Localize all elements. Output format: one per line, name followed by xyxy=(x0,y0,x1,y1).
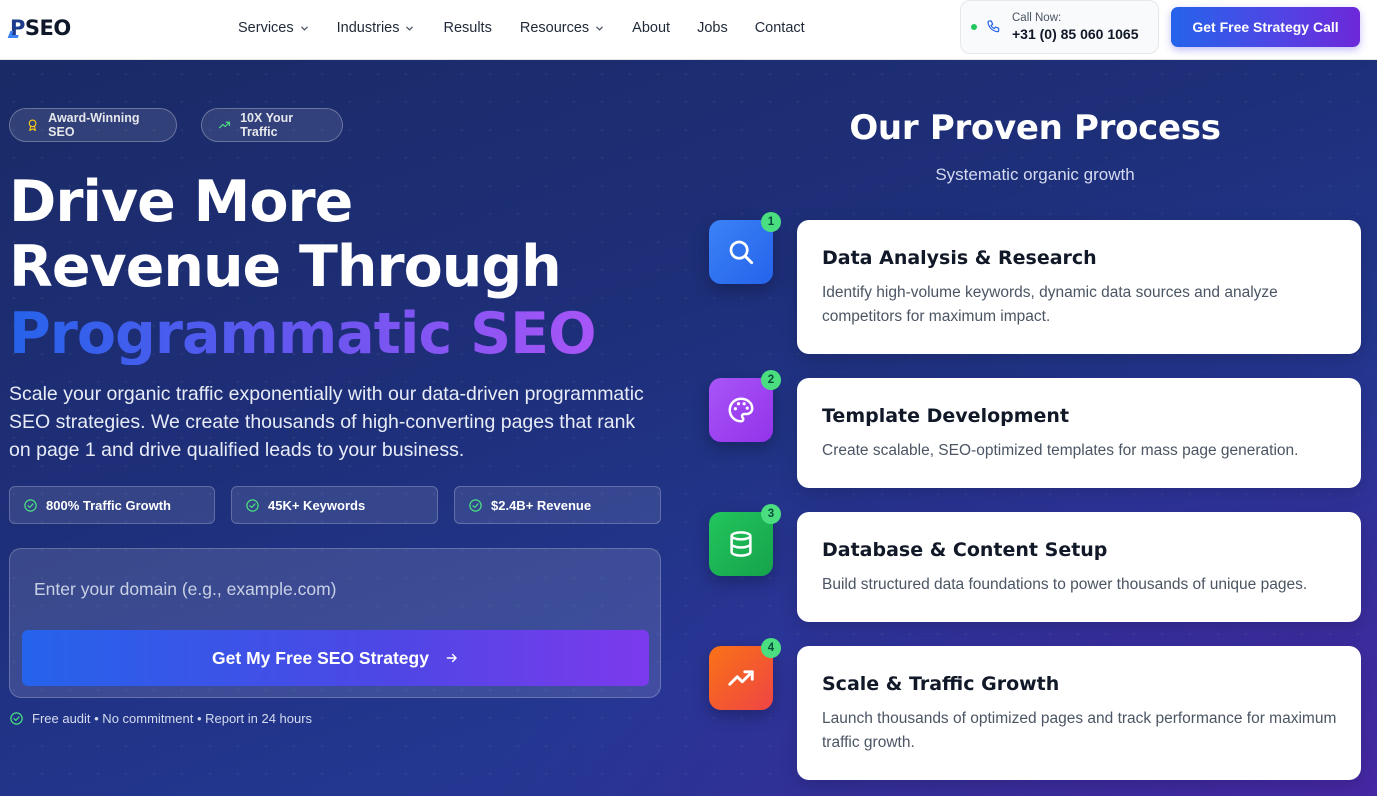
palette-icon xyxy=(728,397,754,423)
step-3-title: Database & Content Setup xyxy=(822,539,1108,561)
stat-revenue: $2.4B+ Revenue xyxy=(454,486,661,524)
cta-main-label: Get My Free SEO Strategy xyxy=(212,647,429,668)
nav-resources-label: Resources xyxy=(519,20,590,36)
cta-note-text: Free audit • No commitment • Report in 2… xyxy=(32,711,313,726)
badge-traffic-label: 10X Your Traffic xyxy=(240,111,294,139)
check-circle-icon xyxy=(469,498,482,512)
domain-form: Get My Free SEO Strategy xyxy=(9,548,661,698)
domain-input[interactable] xyxy=(11,550,659,628)
trending-up-icon xyxy=(219,121,231,129)
step-3-card: Database & Content Setup Build structure… xyxy=(797,512,1361,622)
site-header: P SEO Services Industries Results Resourc… xyxy=(0,0,1377,60)
step-1-card: Data Analysis & Research Identify high-v… xyxy=(797,220,1361,354)
arrow-right-icon xyxy=(446,653,457,663)
nav-services[interactable]: Services xyxy=(238,20,309,36)
nav-contact[interactable]: Contact xyxy=(755,20,805,36)
nav-industries-label: Industries xyxy=(336,20,400,36)
step-1-number-badge: 1 xyxy=(761,212,781,232)
stat-keywords-label: 45K+ Keywords xyxy=(268,497,366,513)
stat-keywords: 45K+ Keywords xyxy=(231,486,438,524)
nav-services-label: Services xyxy=(238,20,294,36)
step-3-description: Build structured data foundations to pow… xyxy=(822,576,1308,593)
headline-line-2: Revenue Through xyxy=(9,234,562,300)
stat-traffic-label: 800% Traffic Growth xyxy=(46,497,171,513)
check-circle-icon xyxy=(10,712,23,725)
step-1-title: Data Analysis & Research xyxy=(822,247,1097,269)
nav-resources[interactable]: Resources xyxy=(520,20,604,36)
call-phone-number[interactable]: +31 (0) 85 060 1065 xyxy=(1012,26,1139,42)
chevron-down-icon xyxy=(406,26,414,31)
call-now-box[interactable]: Call Now: +31 (0) 85 060 1065 xyxy=(960,0,1159,54)
step-4-title: Scale & Traffic Growth xyxy=(822,673,1060,695)
get-free-seo-strategy-button[interactable]: Get My Free SEO Strategy xyxy=(22,630,649,686)
step-3-icon-tile: 3 xyxy=(709,504,781,576)
call-text: Call Now: +31 (0) 85 060 1065 xyxy=(1012,12,1139,42)
logo-letters-seo: SEO xyxy=(24,16,71,40)
logo-letter-p: P xyxy=(10,16,25,40)
chevron-down-icon xyxy=(596,26,603,31)
step-2-icon-tile: 2 xyxy=(709,370,781,442)
nav-jobs-label: Jobs xyxy=(697,20,728,36)
chevron-down-icon xyxy=(300,26,308,31)
nav-contact-label: Contact xyxy=(754,20,805,36)
call-label: Call Now: xyxy=(1012,12,1062,24)
badge-award-winning: Award-Winning SEO xyxy=(9,108,177,142)
step-2-number-badge: 2 xyxy=(761,370,781,390)
step-4-card: Scale & Traffic Growth Launch thousands … xyxy=(797,646,1361,780)
hero-headline: Drive More Revenue Through Programmatic … xyxy=(9,169,597,367)
main-nav: Services Industries Results Resources Ab… xyxy=(238,0,805,56)
stat-traffic-growth: 800% Traffic Growth xyxy=(9,486,215,524)
get-free-strategy-call-button[interactable]: Get Free Strategy Call xyxy=(1171,7,1360,47)
step-4-number-badge: 4 xyxy=(761,638,781,658)
pseo-logo[interactable]: P SEO xyxy=(10,14,71,42)
phone-icon xyxy=(987,20,1000,33)
database-icon xyxy=(730,531,752,557)
step-1-description: Identify high-volume keywords, dynamic d… xyxy=(822,284,1278,325)
hero-section: Award-Winning SEO 10X Your Traffic Drive… xyxy=(0,60,1377,796)
nav-industries[interactable]: Industries xyxy=(337,20,415,36)
online-status-dot xyxy=(971,24,977,30)
search-icon xyxy=(729,240,754,265)
step-3-number-badge: 3 xyxy=(761,504,781,524)
hero-subtext: Scale your organic traffic exponentially… xyxy=(9,383,644,461)
step-2-description: Create scalable, SEO-optimized templates… xyxy=(822,442,1299,459)
stat-revenue-label: $2.4B+ Revenue xyxy=(491,497,592,513)
badge-award-label: Award-Winning SEO xyxy=(48,111,140,139)
check-circle-icon xyxy=(24,498,37,512)
process-title: Our Proven Process xyxy=(849,108,1221,148)
step-2-title: Template Development xyxy=(822,405,1070,427)
nav-about-label: About xyxy=(632,20,671,36)
badge-10x-traffic: 10X Your Traffic xyxy=(201,108,343,142)
award-icon xyxy=(28,119,37,132)
headline-line-1: Drive More xyxy=(9,169,353,235)
trending-up-icon xyxy=(728,670,754,686)
process-subtitle: Systematic organic growth xyxy=(935,165,1135,184)
step-1-icon-tile: 1 xyxy=(709,212,781,284)
nav-about[interactable]: About xyxy=(632,20,670,36)
nav-jobs[interactable]: Jobs xyxy=(697,20,728,36)
check-circle-icon xyxy=(246,498,259,512)
nav-results[interactable]: Results xyxy=(443,20,491,36)
step-2-card: Template Development Create scalable, SE… xyxy=(797,378,1361,488)
nav-results-label: Results xyxy=(443,20,492,36)
headline-highlight: Programmatic SEO xyxy=(9,301,597,367)
cta-note: Free audit • No commitment • Report in 2… xyxy=(9,711,312,726)
step-4-description: Launch thousands of optimized pages and … xyxy=(822,710,1337,751)
step-4-icon-tile: 4 xyxy=(709,638,781,710)
